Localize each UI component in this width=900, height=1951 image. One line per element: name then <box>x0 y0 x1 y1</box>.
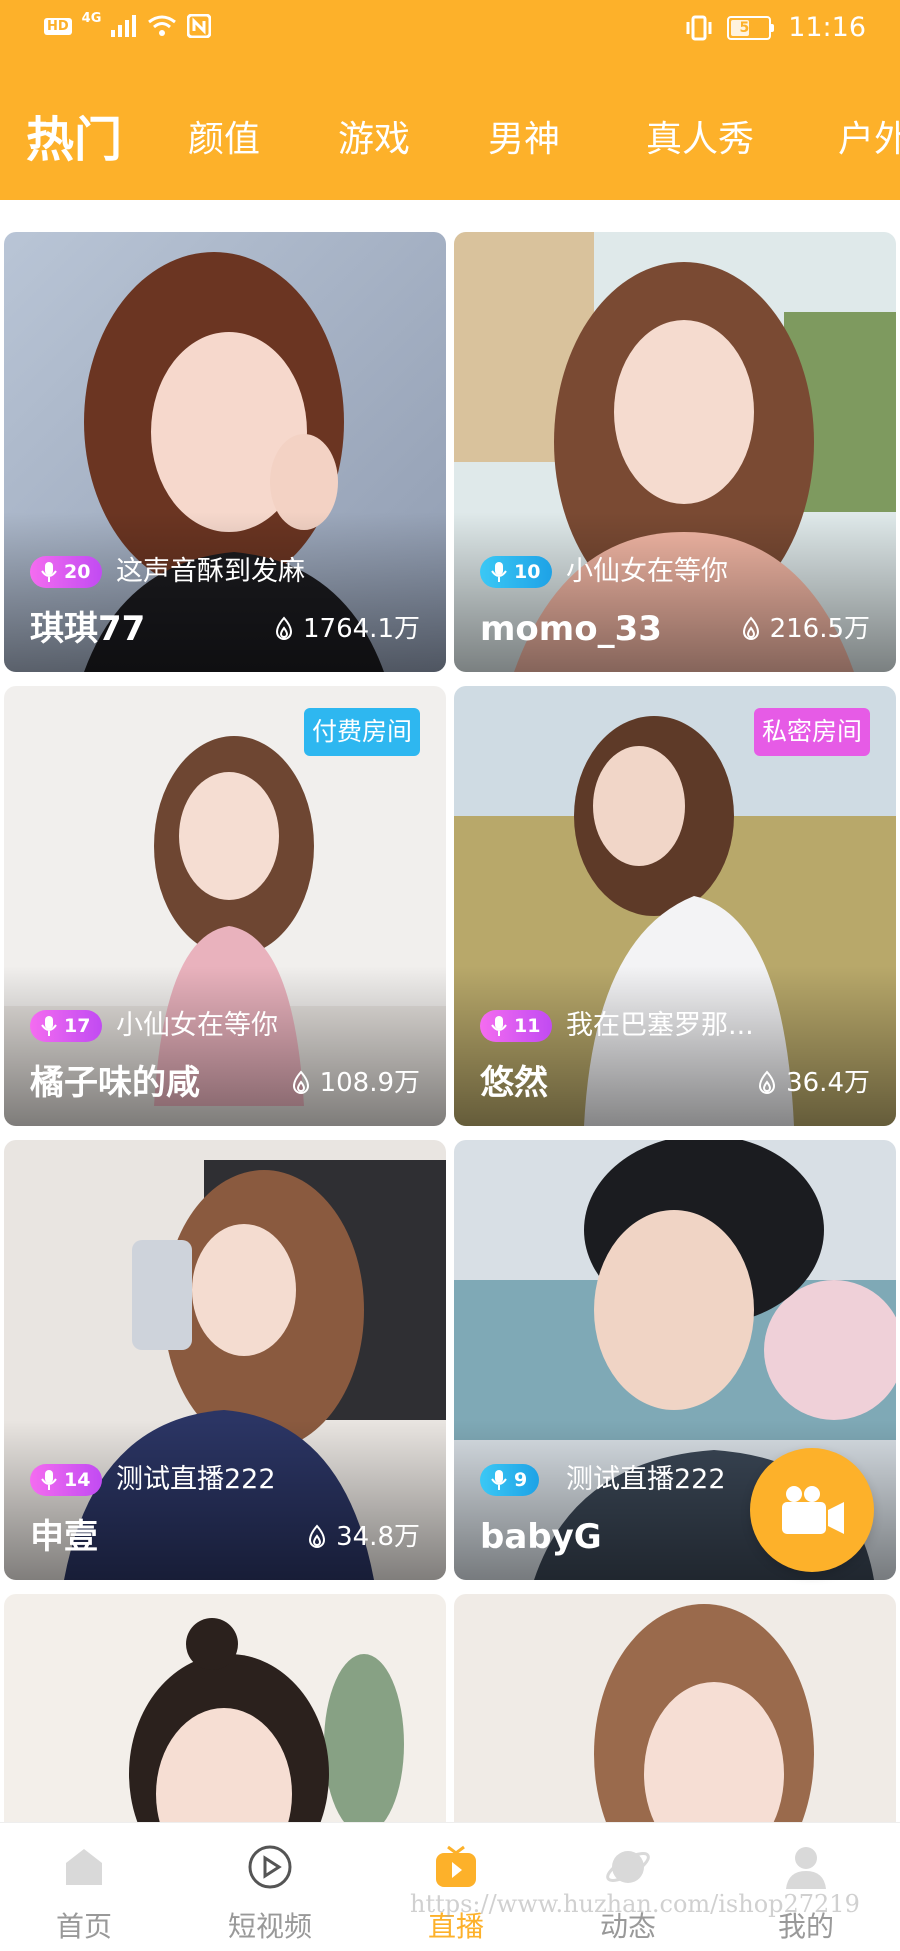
live-room-card[interactable]: 私密房间 11 我在巴塞罗那... 悠然 36.4万 <box>454 686 896 1126</box>
live-room-card[interactable]: 付费房间 17 小仙女在等你 橘子味的咸 108.9万 <box>4 686 446 1126</box>
room-title: 测试直播222 <box>566 1464 726 1495</box>
streamer-name: 橘子味的咸 <box>30 1063 200 1103</box>
planet-icon <box>606 1851 650 1883</box>
tab-games[interactable]: 游戏 <box>338 100 410 180</box>
vibrate-icon <box>686 15 712 40</box>
start-live-button[interactable] <box>750 1448 874 1572</box>
streamer-name: 悠然 <box>480 1063 548 1103</box>
live-icon <box>436 1845 476 1887</box>
level-number: 9 <box>514 1469 528 1491</box>
view-count: 216.5万 <box>769 614 870 644</box>
flame-icon <box>309 1524 326 1548</box>
status-bar: HD 4G 50 11:16 <box>0 0 900 60</box>
popularity: 1764.1万 <box>273 606 420 652</box>
view-count: 1764.1万 <box>303 614 420 644</box>
live-room-card[interactable]: 20 这声音酥到发麻 琪琪77 1764.1万 <box>4 232 446 672</box>
tab-hot[interactable]: 热门 <box>26 100 122 180</box>
mic-icon <box>41 562 57 582</box>
room-title: 我在巴塞罗那... <box>566 1010 754 1041</box>
live-room-card[interactable]: 10 小仙女在等你 momo_33 216.5万 <box>454 232 896 672</box>
level-number: 17 <box>64 1015 91 1037</box>
nav-label: 首页 <box>55 1910 112 1943</box>
flame-icon <box>276 616 293 640</box>
flame-icon <box>292 1070 309 1094</box>
level-badge: 11 <box>480 1010 553 1042</box>
tab-male-idol[interactable]: 男神 <box>488 100 560 180</box>
bottom-navigation: 首页 短视频 直播 动态 我的 <box>0 1822 900 1951</box>
nav-short-video[interactable]: 短视频 <box>210 1823 330 1951</box>
view-count: 34.8万 <box>336 1522 420 1552</box>
popularity: 36.4万 <box>756 1060 870 1106</box>
watermark: https://www.huzhan.com/ishop27219 <box>410 1890 860 1918</box>
flame-icon <box>759 1070 776 1094</box>
mic-icon <box>491 1470 507 1490</box>
level-badge: 10 <box>480 556 553 588</box>
live-room-grid: 20 这声音酥到发麻 琪琪77 1764.1万 10 小仙女在等你 momo_3… <box>0 232 900 1822</box>
play-circle-icon <box>248 1845 292 1889</box>
level-badge: 17 <box>30 1010 103 1042</box>
category-tabs: 热门 颜值 游戏 男神 真人秀 户外 <box>0 100 900 180</box>
tab-reality-show[interactable]: 真人秀 <box>646 100 754 180</box>
nfc-icon <box>187 14 212 38</box>
room-title: 小仙女在等你 <box>116 1010 278 1041</box>
mic-icon <box>41 1470 57 1490</box>
battery-level: 50 <box>739 19 759 36</box>
level-number: 14 <box>64 1469 91 1491</box>
popularity: 216.5万 <box>740 606 870 652</box>
network-label: 4G <box>81 10 102 26</box>
home-icon <box>66 1849 102 1885</box>
room-title: 这声音酥到发麻 <box>116 556 305 587</box>
video-camera-icon <box>782 1486 844 1534</box>
live-room-card[interactable] <box>454 1594 896 1822</box>
level-badge: 14 <box>30 1464 103 1496</box>
streamer-name: momo_33 <box>480 609 662 649</box>
tab-looks[interactable]: 颜值 <box>188 100 260 180</box>
nav-me[interactable]: 我的 <box>746 1823 866 1951</box>
paid-room-tag: 付费房间 <box>303 708 420 756</box>
top-bar: HD 4G 50 11:16 热门 颜值 游戏 男神 真人秀 户外 <box>0 0 900 200</box>
nav-home[interactable]: 首页 <box>24 1823 144 1951</box>
streamer-photo <box>4 1594 446 1822</box>
level-number: 11 <box>514 1015 541 1037</box>
level-number: 10 <box>514 561 541 583</box>
streamer-name: babyG <box>480 1517 602 1557</box>
mic-icon <box>41 1016 57 1036</box>
level-badge: 9 <box>480 1464 540 1496</box>
room-title: 测试直播222 <box>116 1464 276 1495</box>
room-title: 小仙女在等你 <box>566 556 728 587</box>
signal-icon <box>111 15 137 37</box>
private-room-tag: 私密房间 <box>753 708 870 756</box>
wifi-icon <box>148 15 177 36</box>
hd-indicator: HD <box>44 17 72 35</box>
streamer-photo <box>454 1594 896 1822</box>
level-badge: 20 <box>30 556 103 588</box>
mic-icon <box>491 562 507 582</box>
nav-label: 短视频 <box>227 1910 312 1943</box>
mic-icon <box>491 1016 507 1036</box>
nav-moments[interactable]: 动态 <box>568 1823 688 1951</box>
battery-icon: 50 <box>727 15 775 40</box>
live-room-card[interactable] <box>4 1594 446 1822</box>
view-count: 36.4万 <box>786 1068 870 1098</box>
user-icon <box>786 1847 826 1889</box>
streamer-name: 琪琪77 <box>30 609 146 649</box>
popularity: 34.8万 <box>306 1514 420 1560</box>
live-room-card[interactable]: 14 测试直播222 申壹 34.8万 <box>4 1140 446 1580</box>
popularity: 108.9万 <box>290 1060 420 1106</box>
tab-outdoor[interactable]: 户外 <box>838 100 900 180</box>
flame-icon <box>742 616 759 640</box>
clock: 11:16 <box>788 12 866 43</box>
level-number: 20 <box>64 561 91 583</box>
streamer-name: 申壹 <box>30 1517 98 1557</box>
nav-live[interactable]: 直播 <box>396 1823 516 1951</box>
view-count: 108.9万 <box>319 1068 420 1098</box>
